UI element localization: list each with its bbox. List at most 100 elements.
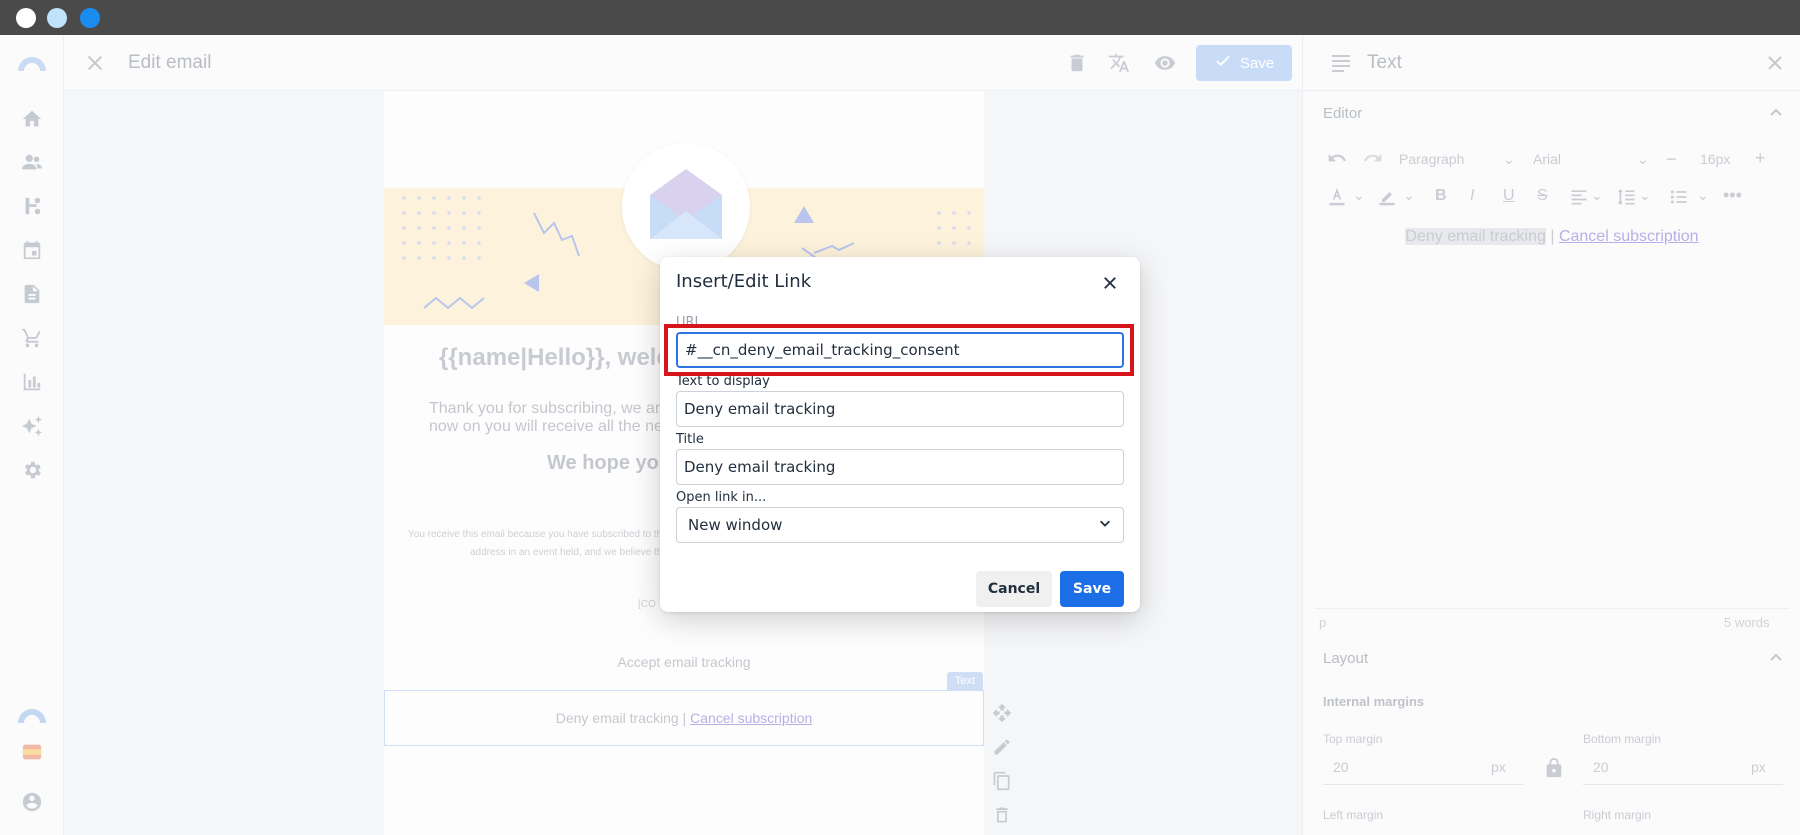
element-path: p xyxy=(1319,615,1327,630)
delete-block-icon[interactable] xyxy=(990,803,1014,827)
right-margin-label: Right margin xyxy=(1583,808,1652,822)
users-icon[interactable] xyxy=(20,150,44,174)
highlight-icon[interactable] xyxy=(1377,187,1397,210)
window-close-button[interactable] xyxy=(16,8,36,28)
gear-icon[interactable] xyxy=(20,458,44,482)
window-minimize-button[interactable] xyxy=(47,8,67,28)
font-family-select[interactable]: Arial ⌄ xyxy=(1533,151,1649,167)
chevron-down-icon[interactable]: ⌄ xyxy=(1403,187,1415,204)
top-margin-label: Top margin xyxy=(1323,732,1383,746)
chevron-down-icon[interactable]: ⌄ xyxy=(1639,187,1651,204)
font-family-value: Arial xyxy=(1533,151,1562,167)
open-link-label: Open link in... xyxy=(676,490,767,505)
more-icon[interactable]: ••• xyxy=(1723,185,1742,206)
line-height-icon[interactable] xyxy=(1617,187,1637,210)
editor-content[interactable]: Deny email tracking | Cancel subscriptio… xyxy=(1315,228,1789,246)
editor-selected-text: Deny email tracking xyxy=(1405,228,1546,245)
sidebar xyxy=(0,35,64,835)
header-save-label: Save xyxy=(1239,54,1275,72)
editor-section-title: Editor xyxy=(1323,105,1363,122)
page-title: Edit email xyxy=(128,52,212,73)
selected-text-block[interactable]: Deny email tracking | Cancel subscriptio… xyxy=(384,690,984,746)
cancel-subscription-link[interactable]: Cancel subscription xyxy=(690,710,812,726)
link-separator: | xyxy=(678,710,691,726)
block-format-select[interactable]: Paragraph ⌄ xyxy=(1399,151,1515,167)
top-margin-input[interactable]: 20 px xyxy=(1323,749,1523,785)
lock-icon[interactable] xyxy=(1543,757,1567,781)
close-panel-icon[interactable] xyxy=(1763,51,1787,75)
insert-link-dialog: Insert/Edit Link URL #__cn_deny_email_tr… xyxy=(660,257,1140,612)
window-titlebar xyxy=(0,0,1800,35)
chevron-up-icon[interactable] xyxy=(1768,105,1784,121)
pencil-icon[interactable] xyxy=(990,735,1014,759)
spain-flag-icon[interactable] xyxy=(20,740,44,764)
chevron-down-icon[interactable]: ⌄ xyxy=(1591,187,1603,204)
text-color-icon[interactable] xyxy=(1327,187,1347,210)
increase-font-icon[interactable]: + xyxy=(1755,148,1766,169)
properties-title: Text xyxy=(1367,52,1402,73)
undo-icon[interactable] xyxy=(1327,148,1347,171)
italic-icon[interactable]: I xyxy=(1470,187,1474,205)
top-margin-value: 20 xyxy=(1333,759,1349,775)
font-size-value[interactable]: 16px xyxy=(1700,151,1730,167)
check-icon xyxy=(1214,52,1232,74)
flow-icon[interactable] xyxy=(20,194,44,218)
title-label: Title xyxy=(676,432,704,447)
chevron-down-icon[interactable]: ⌄ xyxy=(1353,187,1365,204)
calendar-icon[interactable] xyxy=(20,238,44,262)
close-icon[interactable] xyxy=(84,52,106,74)
document-icon[interactable] xyxy=(20,282,44,306)
window-maximize-button[interactable] xyxy=(80,8,100,28)
dialog-title: Insert/Edit Link xyxy=(676,271,812,292)
properties-header: Text xyxy=(1303,35,1800,91)
move-icon[interactable] xyxy=(990,701,1014,725)
user-icon[interactable] xyxy=(20,790,44,814)
bottom-margin-unit: px xyxy=(1751,759,1766,775)
top-margin-unit: px xyxy=(1491,759,1506,775)
bottom-margin-input[interactable]: 20 px xyxy=(1583,749,1783,785)
save-button[interactable]: Save xyxy=(1060,571,1124,607)
layout-section-title: Layout xyxy=(1323,650,1369,667)
cart-icon[interactable] xyxy=(20,326,44,350)
open-link-value: New window xyxy=(688,516,783,534)
rich-text-editor[interactable]: Deny email tracking | Cancel subscriptio… xyxy=(1315,228,1789,598)
editor-link-text[interactable]: Cancel subscription xyxy=(1559,228,1699,245)
deny-tracking-text: Deny email tracking xyxy=(555,710,679,726)
bullet-list-icon[interactable] xyxy=(1669,187,1689,210)
editor-statusbar: p 5 words xyxy=(1315,608,1789,632)
chevron-up-icon[interactable] xyxy=(1768,650,1784,666)
email-company-placeholder: [CO xyxy=(638,599,656,610)
internal-margins-label: Internal margins xyxy=(1323,694,1425,709)
dialog-close-icon[interactable] xyxy=(1098,271,1122,295)
left-margin-label: Left margin xyxy=(1323,808,1384,822)
duplicate-icon[interactable] xyxy=(990,769,1014,793)
bold-icon[interactable]: B xyxy=(1435,187,1447,205)
text-lines-icon xyxy=(1329,51,1353,75)
brand-logo-icon xyxy=(16,705,48,723)
text-to-display-label: Text to display xyxy=(676,374,770,389)
accept-tracking-text[interactable]: Accept email tracking xyxy=(384,654,984,670)
chevron-down-icon: ⌄ xyxy=(1503,151,1515,167)
text-to-display-input[interactable]: Deny email tracking xyxy=(676,391,1124,427)
open-link-select[interactable]: New window xyxy=(676,507,1124,543)
redo-icon[interactable] xyxy=(1363,148,1383,171)
strikethrough-icon[interactable]: S xyxy=(1537,187,1548,205)
bottom-margin-value: 20 xyxy=(1593,759,1609,775)
title-input[interactable]: Deny email tracking xyxy=(676,449,1124,485)
cancel-button[interactable]: Cancel xyxy=(976,571,1052,607)
header-save-button[interactable]: Save xyxy=(1196,45,1292,81)
eye-icon[interactable] xyxy=(1152,50,1178,76)
decrease-font-icon[interactable]: − xyxy=(1666,149,1677,170)
translate-icon[interactable] xyxy=(1106,50,1132,76)
word-count: 5 words xyxy=(1724,615,1770,630)
home-icon[interactable] xyxy=(20,107,44,131)
app-logo-icon[interactable] xyxy=(16,53,48,71)
underline-icon[interactable]: U xyxy=(1503,187,1515,205)
properties-panel: Text Editor Paragraph ⌄ Arial ⌄ − 16px +… xyxy=(1302,35,1800,835)
chart-icon[interactable] xyxy=(20,370,44,394)
trash-icon[interactable] xyxy=(1064,50,1090,76)
align-icon[interactable] xyxy=(1569,187,1589,210)
sparkle-icon[interactable] xyxy=(20,414,44,438)
chevron-down-icon[interactable]: ⌄ xyxy=(1697,187,1709,204)
editor-header: Edit email Save xyxy=(64,35,1302,91)
